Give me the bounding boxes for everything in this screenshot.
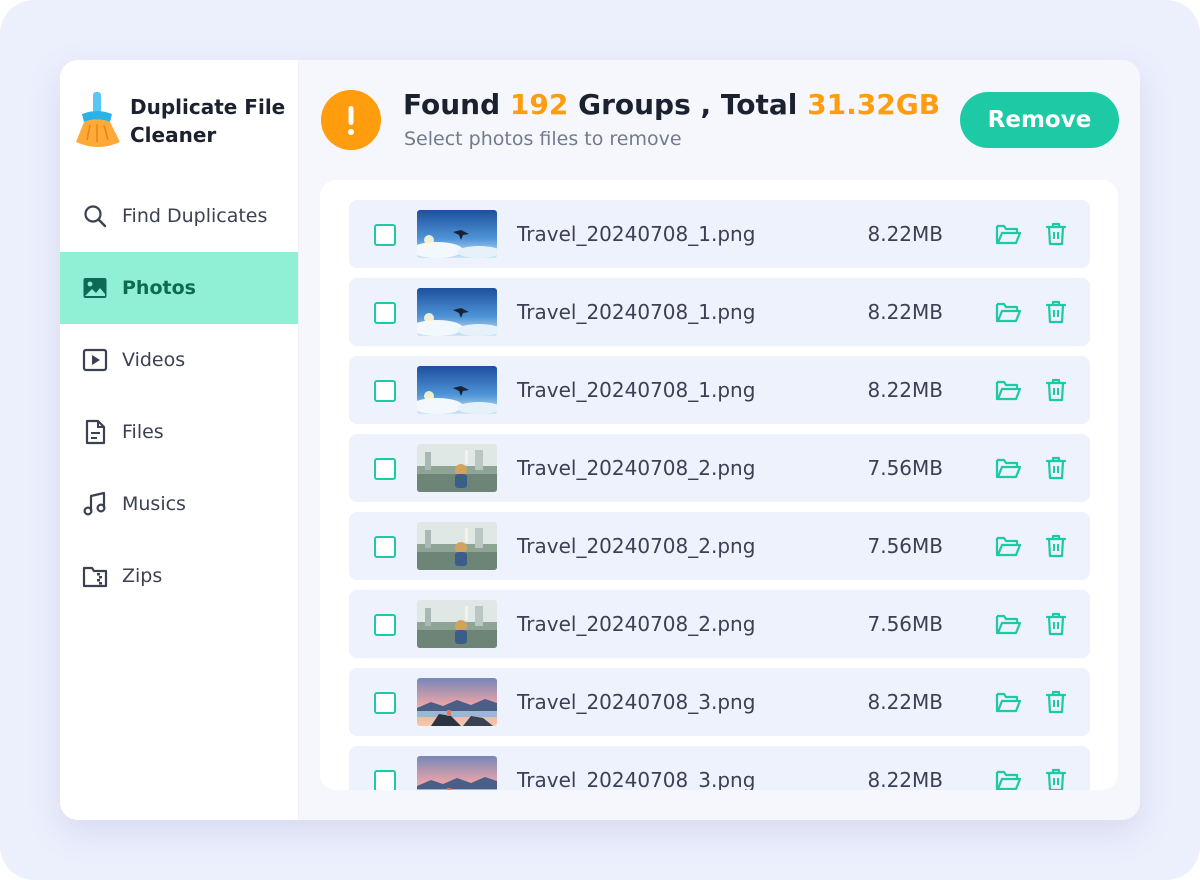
sidebar-item-label: Find Duplicates [122, 205, 268, 227]
folder-open-icon[interactable] [994, 454, 1022, 482]
select-checkbox[interactable] [374, 380, 396, 402]
folder-open-icon[interactable] [994, 766, 1022, 790]
sidebar-item-musics[interactable]: Musics [60, 468, 298, 540]
sidebar-item-find-duplicates[interactable]: Find Duplicates [60, 180, 298, 252]
table-row[interactable]: Travel_20240708_2.png 7.56MB [349, 590, 1090, 658]
sidebar-item-label: Photos [122, 277, 196, 299]
video-icon [82, 347, 108, 373]
sidebar-item-zips[interactable]: Zips [60, 540, 298, 612]
brand: Duplicate File Cleaner [74, 90, 298, 154]
folder-open-icon[interactable] [994, 688, 1022, 716]
file-name: Travel_20240708_1.png [517, 300, 756, 324]
file-name: Travel_20240708_3.png [517, 768, 756, 790]
sidebar-item-photos[interactable]: Photos [60, 252, 298, 324]
photo-thumbnail [417, 522, 497, 570]
zip-folder-icon [82, 563, 108, 589]
file-size: 7.56MB [867, 612, 943, 636]
remove-button[interactable]: Remove [960, 92, 1119, 148]
trash-icon[interactable] [1042, 376, 1070, 404]
select-checkbox[interactable] [374, 536, 396, 558]
app-backdrop: Duplicate File Cleaner Find Duplicates P… [0, 0, 1200, 880]
file-name: Travel_20240708_2.png [517, 612, 756, 636]
file-name: Travel_20240708_1.png [517, 378, 756, 402]
photo-thumbnail [417, 678, 497, 726]
file-size: 8.22MB [867, 300, 943, 324]
main-panel: Found 192 Groups , Total 31.32GB Select … [299, 60, 1140, 820]
search-icon [82, 203, 108, 229]
file-name: Travel_20240708_2.png [517, 534, 756, 558]
image-icon [82, 275, 108, 301]
app-window: Duplicate File Cleaner Find Duplicates P… [60, 60, 1140, 820]
trash-icon[interactable] [1042, 688, 1070, 716]
select-checkbox[interactable] [374, 302, 396, 324]
total-size: 31.32GB [807, 88, 941, 121]
found-label: Found [403, 88, 501, 121]
folder-open-icon[interactable] [994, 532, 1022, 560]
trash-icon[interactable] [1042, 766, 1070, 790]
trash-icon[interactable] [1042, 532, 1070, 560]
table-row[interactable]: Travel_20240708_1.png 8.22MB [349, 200, 1090, 268]
select-checkbox[interactable] [374, 614, 396, 636]
page-title: Found 192 Groups , Total 31.32GB [403, 88, 940, 121]
trash-icon[interactable] [1042, 298, 1070, 326]
app-title: Duplicate File Cleaner [130, 95, 286, 147]
groups-total-label: Groups , Total [578, 88, 798, 121]
folder-open-icon[interactable] [994, 376, 1022, 404]
trash-icon[interactable] [1042, 454, 1070, 482]
trash-icon[interactable] [1042, 220, 1070, 248]
file-size: 8.22MB [867, 690, 943, 714]
sidebar-item-files[interactable]: Files [60, 396, 298, 468]
sidebar-item-label: Videos [122, 349, 186, 371]
select-checkbox[interactable] [374, 458, 396, 480]
page-subtitle: Select photos files to remove [404, 128, 682, 150]
file-size: 8.22MB [867, 378, 943, 402]
broom-logo-icon [76, 92, 120, 147]
file-size: 8.22MB [867, 768, 943, 790]
table-row[interactable]: Travel_20240708_1.png 8.22MB [349, 356, 1090, 424]
file-size: 7.56MB [867, 456, 943, 480]
table-row[interactable]: Travel_20240708_3.png 8.22MB [349, 668, 1090, 736]
photo-thumbnail [417, 288, 497, 336]
folder-open-icon[interactable] [994, 610, 1022, 638]
photo-thumbnail [417, 756, 497, 790]
file-name: Travel_20240708_2.png [517, 456, 756, 480]
file-name: Travel_20240708_1.png [517, 222, 756, 246]
select-checkbox[interactable] [374, 224, 396, 246]
file-size: 8.22MB [867, 222, 943, 246]
trash-icon[interactable] [1042, 610, 1070, 638]
sidebar-item-label: Musics [122, 493, 186, 515]
table-row[interactable]: Travel_20240708_3.png 8.22MB [349, 746, 1090, 790]
file-size: 7.56MB [867, 534, 943, 558]
photo-thumbnail [417, 366, 497, 414]
select-checkbox[interactable] [374, 770, 396, 790]
sidebar-item-label: Files [122, 421, 164, 443]
table-row[interactable]: Travel_20240708_2.png 7.56MB [349, 434, 1090, 502]
photo-thumbnail [417, 444, 497, 492]
file-name: Travel_20240708_3.png [517, 690, 756, 714]
sidebar: Duplicate File Cleaner Find Duplicates P… [60, 60, 299, 820]
folder-open-icon[interactable] [994, 298, 1022, 326]
sidebar-item-videos[interactable]: Videos [60, 324, 298, 396]
table-row[interactable]: Travel_20240708_2.png 7.56MB [349, 512, 1090, 580]
folder-open-icon[interactable] [994, 220, 1022, 248]
exclamation-icon [321, 90, 381, 150]
photo-thumbnail [417, 600, 497, 648]
file-list: Travel_20240708_1.png 8.22MB Travel_202407… [320, 180, 1118, 790]
sidebar-item-label: Zips [122, 565, 163, 587]
select-checkbox[interactable] [374, 692, 396, 714]
table-row[interactable]: Travel_20240708_1.png 8.22MB [349, 278, 1090, 346]
group-count: 192 [509, 88, 569, 121]
photo-thumbnail [417, 210, 497, 258]
music-icon [82, 491, 108, 517]
document-icon [82, 419, 108, 445]
